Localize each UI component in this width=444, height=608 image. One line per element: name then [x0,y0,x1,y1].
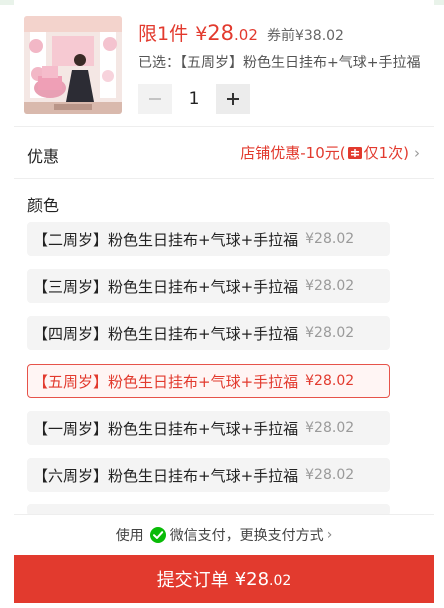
discount-value: 店铺优惠-10元( 仅1次) › [240,142,420,163]
payment-method-row[interactable]: 使用 微信支付 ，更换支付方式 › [14,514,434,555]
submit-order-button[interactable]: 提交订单 ¥28.02 [14,555,434,603]
chevron-right-icon: › [414,143,420,162]
submit-amount-integer: ¥28 [234,568,270,590]
color-option-price: ¥28.02 [305,420,355,436]
discount-value-prefix: 店铺优惠-10元( [240,144,346,162]
divider [14,126,434,127]
color-option[interactable]: 【三周岁】粉色生日挂布+气球+手拉福 ¥28.02 [27,269,390,303]
color-option-label: 【六周岁】粉色生日挂布+气球+手拉福 [33,466,299,485]
submit-label: 提交订单 [156,570,229,591]
increase-quantity-button[interactable] [216,84,250,114]
minus-icon [149,98,161,100]
color-option-price: ¥28.02 [305,373,355,389]
discount-row[interactable]: 优惠 店铺优惠-10元( 仅1次) › [14,128,434,178]
payment-method-name: 微信支付 [169,528,226,544]
submit-amount-decimal: .02 [269,572,292,589]
pre-coupon-price: 券前¥38.02 [266,28,344,44]
color-section-title: 颜色 [27,196,60,215]
plus-icon [227,93,239,105]
wechat-pay-icon [149,527,166,543]
decrease-quantity-button[interactable] [138,84,172,114]
color-option[interactable]: 【一周岁】粉色生日挂布+气球+手拉福 ¥28.02 [27,411,390,445]
color-option-price: ¥28.02 [305,467,355,483]
color-option[interactable]: 【四周岁】粉色生日挂布+气球+手拉福 ¥28.02 [27,316,390,350]
price-decimal: .02 [234,26,258,44]
price-integer: 28 [207,21,235,45]
payment-suffix: ，更换支付方式 [225,528,324,544]
color-option-label: 【一周岁】粉色生日挂布+气球+手拉福 [33,419,299,438]
payment-prefix: 使用 [115,528,144,544]
selected-variant-text: 已选：【五周岁】粉色生日挂布+气球+手拉福 [138,55,421,71]
product-thumbnail[interactable] [24,16,122,114]
quantity-stepper: 1 [138,84,250,114]
price-currency: ¥ [195,23,208,45]
color-option-label: 【三周岁】粉色生日挂布+气球+手拉福 [33,277,299,296]
color-option-label: 【五周岁】粉色生日挂布+气球+手拉福 [33,372,299,391]
sku-selection-panel: 限1件 ¥28.02 券前¥38.02 已选：【五周岁】粉色生日挂布+气球+手拉… [14,0,434,608]
color-option-price: ¥28.02 [305,231,355,247]
color-option-label: 【四周岁】粉色生日挂布+气球+手拉福 [33,324,299,343]
divider [14,178,434,179]
product-header: 限1件 ¥28.02 券前¥38.02 已选：【五周岁】粉色生日挂布+气球+手拉… [14,16,434,114]
color-option[interactable]: 【六周岁】粉色生日挂布+气球+手拉福 ¥28.02 [27,458,390,492]
color-option-price: ¥28.02 [305,325,355,341]
purchase-limit-label: 限1件 [138,23,189,45]
submit-amount: ¥28.02 [235,569,292,590]
discount-value-suffix: 仅1次) [363,144,409,162]
chevron-right-icon: › [326,527,333,543]
color-option-selected[interactable]: 【五周岁】粉色生日挂布+气球+手拉福 ¥28.02 [27,364,390,398]
color-option-label: 【二周岁】粉色生日挂布+气球+手拉福 [33,230,299,249]
price-line: 限1件 ¥28.02 券前¥38.02 [138,19,344,46]
quantity-value[interactable]: 1 [172,89,216,109]
color-option-price: ¥28.02 [305,278,355,294]
discount-label: 优惠 [27,147,60,166]
color-option[interactable]: 【二周岁】粉色生日挂布+气球+手拉福 ¥28.02 [27,222,390,256]
coupon-icon [347,146,362,159]
